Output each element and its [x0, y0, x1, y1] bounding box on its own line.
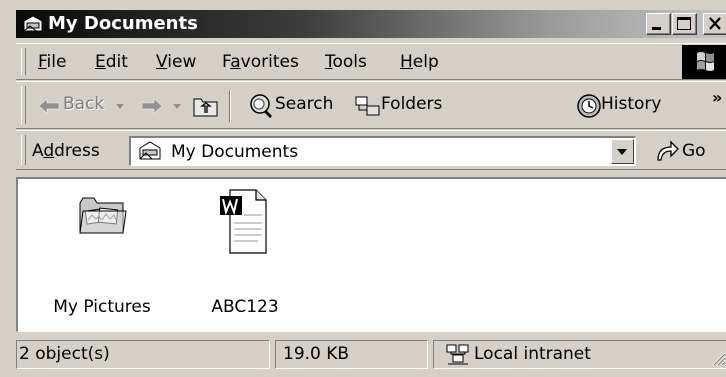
file-view[interactable]: My Pictures ABC123 [16, 177, 726, 332]
status-size-panel: 19.0 KB [275, 340, 428, 369]
file-item-abc123[interactable]: ABC123 [190, 189, 300, 317]
maximize-icon [677, 17, 691, 30]
close-button[interactable] [703, 13, 726, 35]
menu-favorites[interactable]: Favorites [222, 52, 299, 72]
status-size: 19.0 KB [283, 344, 350, 364]
go-label: Go [682, 141, 706, 161]
search-icon [250, 94, 273, 119]
history-label: History [601, 94, 662, 114]
close-icon [709, 17, 721, 30]
menu-help[interactable]: Help [400, 52, 439, 72]
folder-hand-icon [23, 15, 43, 32]
local-intranet-icon [446, 344, 469, 365]
windows-logo [682, 45, 726, 79]
file-name: ABC123 [211, 297, 279, 317]
status-objects-panel: 2 object(s) [16, 340, 270, 369]
status-objects: 2 object(s) [19, 344, 110, 364]
status-bar: 2 object(s) 19.0 KB Local intranet [16, 337, 726, 373]
folder-hand-icon [139, 141, 161, 160]
title-bar[interactable]: My Documents [16, 10, 726, 38]
address-bar: Address My Documents Go [16, 130, 726, 170]
toolbar-grip[interactable] [21, 86, 26, 124]
word-document-icon [220, 189, 267, 254]
windows-logo-icon [697, 52, 714, 71]
minimize-button[interactable] [646, 13, 671, 35]
toolbar-separator [229, 90, 231, 122]
menu-tools[interactable]: Tools [325, 52, 367, 72]
search-label: Search [275, 94, 334, 114]
maximize-button[interactable] [672, 13, 697, 35]
address-label: Address [32, 141, 100, 161]
file-name: My Pictures [53, 297, 151, 317]
up-folder-icon[interactable] [193, 94, 219, 118]
back-arrow-icon [38, 98, 60, 114]
toolbar-overflow-chevron[interactable]: » [712, 88, 722, 107]
folders-label: Folders [381, 94, 443, 114]
menu-view[interactable]: View [156, 52, 196, 72]
resize-grip-icon[interactable] [708, 348, 726, 366]
forward-dropdown-icon[interactable] [172, 104, 182, 110]
menu-bar: File Edit View Favorites Tools Help [16, 43, 726, 80]
folders-icon [355, 96, 380, 116]
menu-bar-grip[interactable] [21, 48, 26, 75]
window-title: My Documents [48, 13, 198, 34]
menu-file[interactable]: File [38, 52, 66, 72]
address-bar-grip[interactable] [21, 135, 26, 165]
history-icon [577, 94, 601, 118]
file-item-my-pictures[interactable]: My Pictures [47, 189, 157, 317]
menu-edit[interactable]: Edit [95, 52, 128, 72]
address-input[interactable]: My Documents [171, 142, 298, 162]
back-dropdown-icon[interactable] [115, 104, 125, 110]
pictures-folder-icon [79, 197, 127, 234]
status-zone: Local intranet [474, 344, 591, 364]
back-label: Back [63, 94, 105, 114]
forward-arrow-icon [141, 98, 163, 114]
chevron-down-icon [617, 149, 627, 155]
explorer-window: My Documents File Edit View Favorites To… [0, 0, 726, 377]
address-dropdown-button[interactable] [611, 139, 634, 164]
go-arrow-icon [657, 140, 679, 161]
standard-toolbar: Back Search Folders History » [16, 81, 726, 129]
address-combobox[interactable]: My Documents [129, 136, 636, 166]
status-zone-panel: Local intranet [433, 340, 726, 369]
minimize-icon [652, 27, 661, 30]
go-button[interactable]: Go [650, 136, 726, 166]
